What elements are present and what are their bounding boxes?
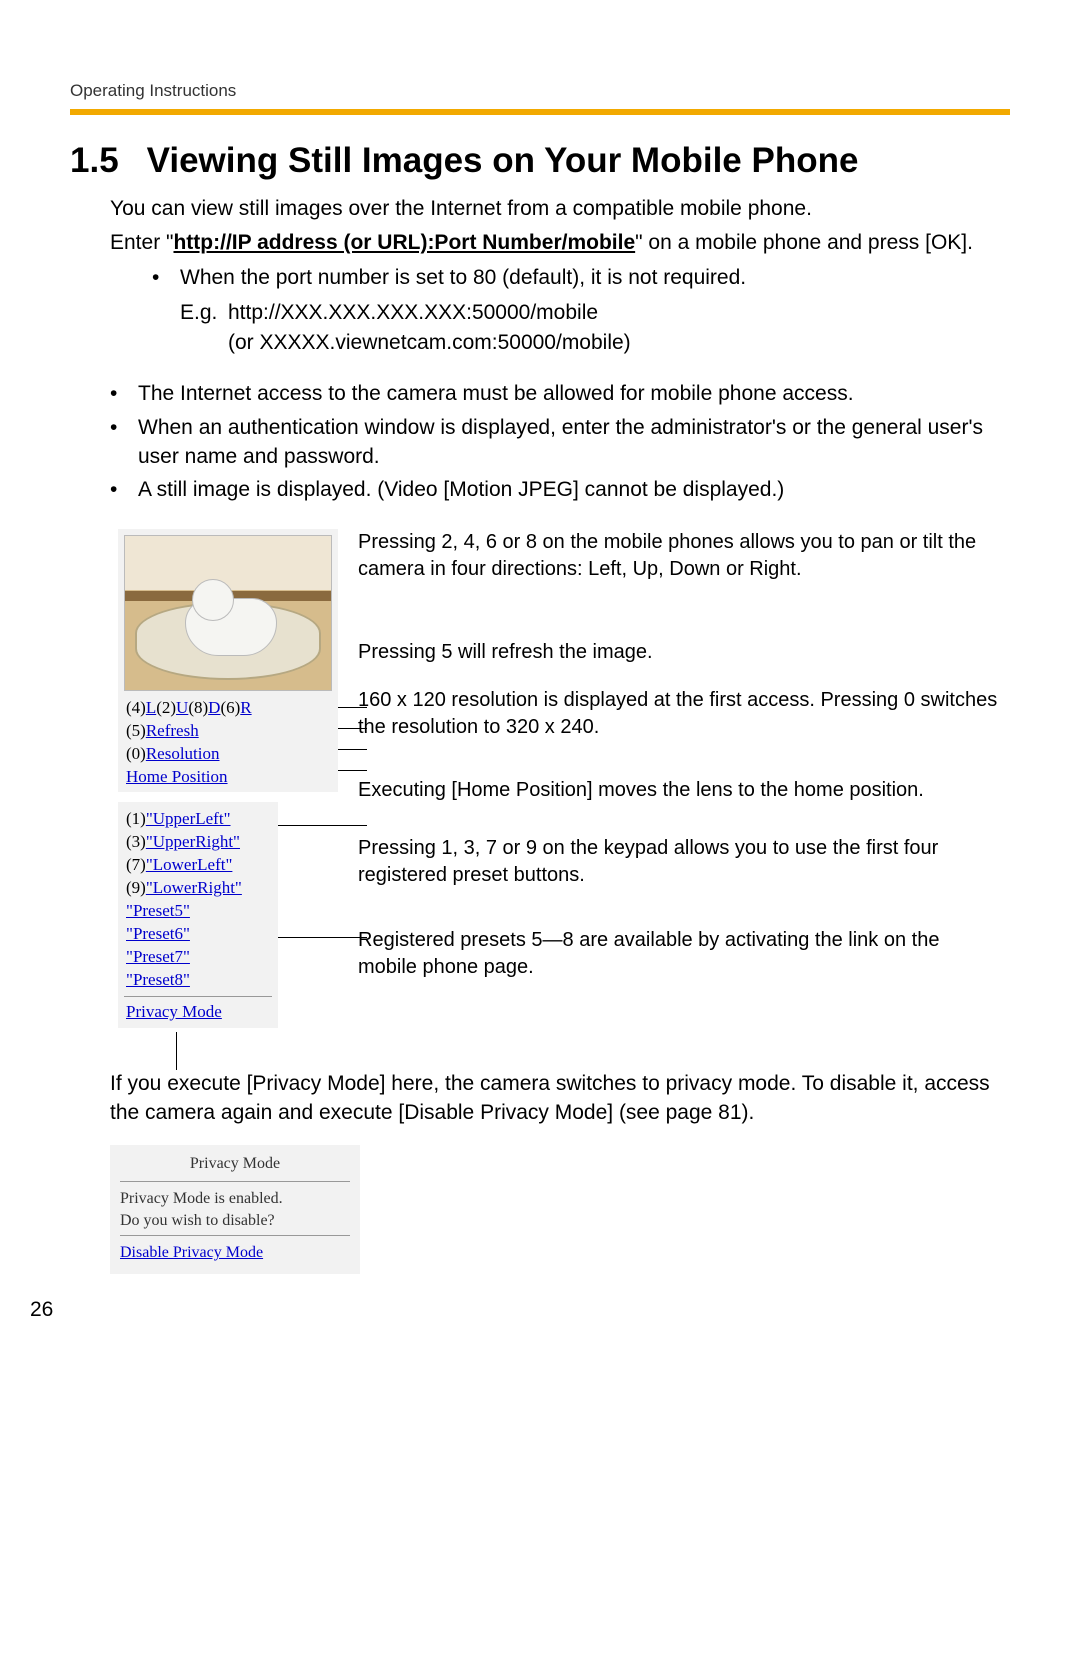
nav-up-link[interactable]: U <box>176 698 188 717</box>
privacy-box-title: Privacy Mode <box>120 1153 350 1175</box>
url-example-bold: http://IP address (or URL):Port Number/m… <box>173 231 635 254</box>
privacy-box-line1: Privacy Mode is enabled. <box>120 1188 350 1210</box>
intro-p2: Enter "http://IP address (or URL):Port N… <box>110 228 1010 257</box>
section-heading-text: Viewing Still Images on Your Mobile Phon… <box>147 141 859 180</box>
refresh-link[interactable]: Refresh <box>146 721 199 740</box>
nav-right-link[interactable]: R <box>240 698 251 717</box>
preset-row: (9)"LowerRight" <box>124 877 272 900</box>
note-auth: When an authentication window is display… <box>138 413 1010 472</box>
intro-p1: You can view still images over the Inter… <box>110 194 1010 223</box>
nav-down-link[interactable]: D <box>208 698 220 717</box>
port-note-list: When the port number is set to 80 (defau… <box>110 263 1010 292</box>
preset-row: (3)"UpperRight" <box>124 831 272 854</box>
header-rule <box>70 109 1010 115</box>
preset-lowerleft-link[interactable]: "LowerLeft" <box>146 855 233 874</box>
privacy-paragraph: If you execute [Privacy Mode] here, the … <box>110 1069 1010 1128</box>
callout-home: Executing [Home Position] moves the lens… <box>358 777 1002 804</box>
page-number: 26 <box>30 1296 53 1324</box>
port-note: When the port number is set to 80 (defau… <box>180 263 1010 292</box>
preset5-link[interactable]: "Preset5" <box>126 901 190 920</box>
section-title: 1.5 Viewing Still Images on Your Mobile P… <box>70 137 1010 184</box>
notes-list: The Internet access to the camera must b… <box>110 379 1010 505</box>
example-block: E.g.http://XXX.XXX.XXX.XXX:50000/mobile … <box>180 298 1010 357</box>
running-head: Operating Instructions <box>70 80 1010 103</box>
privacy-box-line2: Do you wish to disable? <box>120 1210 350 1232</box>
callout-presets58: Registered presets 5—8 are available by … <box>358 927 1002 981</box>
note-still-image: A still image is displayed. (Video [Moti… <box>138 475 1010 504</box>
home-position-link[interactable]: Home Position <box>126 767 228 786</box>
mobile-figure: (4)L(2)U(8)D(6)R (5)Refresh (0)Resolutio… <box>110 529 1010 1049</box>
callout-pan-tilt: Pressing 2, 4, 6 or 8 on the mobile phon… <box>358 529 1002 583</box>
callout-presets: Pressing 1, 3, 7 or 9 on the keypad allo… <box>358 835 1002 889</box>
camera-still-image <box>124 535 332 691</box>
preset-row: (1)"UpperLeft" <box>124 808 272 831</box>
nav-left-link[interactable]: L <box>146 698 156 717</box>
callout-resolution: 160 x 120 resolution is displayed at the… <box>358 687 1002 741</box>
privacy-leader-line <box>176 1032 338 1070</box>
section-number: 1.5 <box>70 137 119 184</box>
phone-screen-presets: (1)"UpperLeft" (3)"UpperRight" (7)"Lower… <box>118 802 278 1027</box>
preset7-link[interactable]: "Preset7" <box>126 947 190 966</box>
refresh-line: (5)Refresh <box>124 720 332 743</box>
note-internet-access: The Internet access to the camera must b… <box>138 379 1010 408</box>
phone-screen-main: (4)L(2)U(8)D(6)R (5)Refresh (0)Resolutio… <box>118 529 338 793</box>
disable-privacy-link[interactable]: Disable Privacy Mode <box>120 1244 263 1261</box>
preset-upperright-link[interactable]: "UpperRight" <box>146 832 240 851</box>
nav-keys-line: (4)L(2)U(8)D(6)R <box>124 697 332 720</box>
preset6-link[interactable]: "Preset6" <box>126 924 190 943</box>
resolution-link[interactable]: Resolution <box>146 744 220 763</box>
preset-upperleft-link[interactable]: "UpperLeft" <box>146 809 231 828</box>
preset-lowerright-link[interactable]: "LowerRight" <box>146 878 242 897</box>
callout-refresh: Pressing 5 will refresh the image. <box>358 639 1002 666</box>
preset8-link[interactable]: "Preset8" <box>126 970 190 989</box>
preset-row: (7)"LowerLeft" <box>124 854 272 877</box>
privacy-mode-link[interactable]: Privacy Mode <box>126 1002 222 1021</box>
privacy-mode-box: Privacy Mode Privacy Mode is enabled. Do… <box>110 1145 360 1273</box>
resolution-line: (0)Resolution <box>124 743 332 766</box>
